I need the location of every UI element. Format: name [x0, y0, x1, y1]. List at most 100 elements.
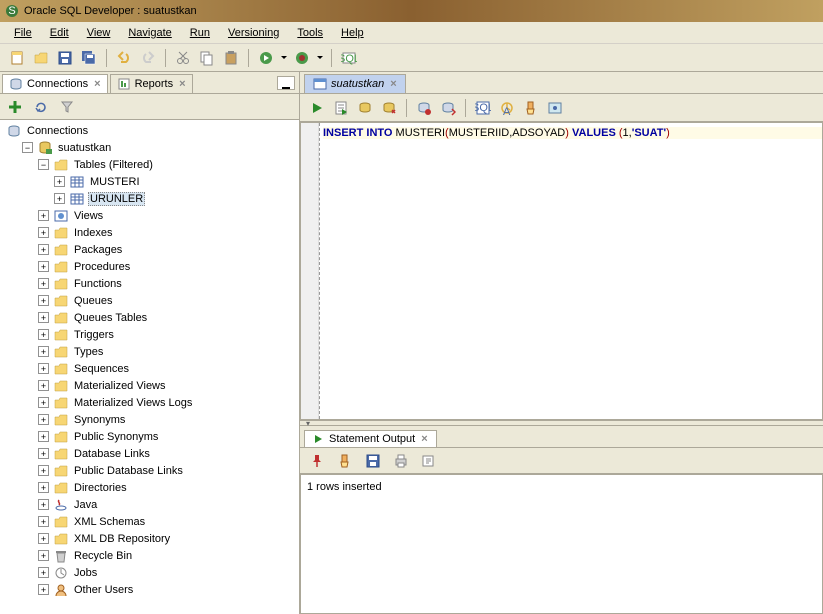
- rollback-button[interactable]: [378, 97, 400, 119]
- filter-button[interactable]: [56, 96, 78, 118]
- new-button[interactable]: [6, 47, 28, 69]
- tree-node-triggers[interactable]: +Triggers: [2, 326, 297, 343]
- tree-expand-icon[interactable]: +: [38, 550, 49, 561]
- tree-expand-icon[interactable]: +: [38, 431, 49, 442]
- tree-connection[interactable]: − suatustkan: [2, 139, 297, 156]
- tree-expand-icon[interactable]: +: [38, 227, 49, 238]
- tree-node-procedures[interactable]: +Procedures: [2, 258, 297, 275]
- debug-dropdown[interactable]: [315, 54, 325, 62]
- menu-tools[interactable]: Tools: [289, 25, 331, 41]
- connections-close[interactable]: ×: [94, 78, 100, 90]
- tree-node-indexes[interactable]: +Indexes: [2, 224, 297, 241]
- sql-editor[interactable]: INSERT INTO MUSTERI(MUSTERIID,ADSOYAD) V…: [300, 122, 823, 420]
- menu-run[interactable]: Run: [182, 25, 218, 41]
- tree-root-connections[interactable]: Connections: [2, 122, 297, 139]
- save-button[interactable]: [54, 47, 76, 69]
- tree-node-queues-tables[interactable]: +Queues Tables: [2, 309, 297, 326]
- clear-output-button[interactable]: [334, 450, 356, 472]
- print-button[interactable]: [390, 450, 412, 472]
- tree-expand-icon[interactable]: +: [38, 465, 49, 476]
- tree-expand-icon[interactable]: +: [38, 533, 49, 544]
- tree-expand-icon[interactable]: +: [38, 210, 49, 221]
- statement-output-tab[interactable]: Statement Output ×: [304, 430, 437, 447]
- commit-button[interactable]: [354, 97, 376, 119]
- tree-expand-icon[interactable]: +: [38, 448, 49, 459]
- menu-navigate[interactable]: Navigate: [120, 25, 179, 41]
- clear-button[interactable]: [520, 97, 542, 119]
- tree-node-types[interactable]: +Types: [2, 343, 297, 360]
- reports-close[interactable]: ×: [179, 78, 185, 90]
- tree-node-packages[interactable]: +Packages: [2, 241, 297, 258]
- tree-expand-icon[interactable]: +: [38, 295, 49, 306]
- open-button[interactable]: [30, 47, 52, 69]
- refresh-button[interactable]: [30, 96, 52, 118]
- tree-node-jobs[interactable]: +Jobs: [2, 564, 297, 581]
- sql-code[interactable]: INSERT INTO MUSTERI(MUSTERIID,ADSOYAD) V…: [323, 127, 822, 139]
- tree-node-public-synonyms[interactable]: +Public Synonyms: [2, 428, 297, 445]
- editor-tab-close[interactable]: ×: [390, 78, 396, 90]
- tree-expand-icon[interactable]: +: [38, 261, 49, 272]
- tree-collapse-icon[interactable]: −: [22, 142, 33, 153]
- tree-node-functions[interactable]: +Functions: [2, 275, 297, 292]
- tree-node-xml-schemas[interactable]: +XML Schemas: [2, 513, 297, 530]
- menu-edit[interactable]: Edit: [42, 25, 77, 41]
- tree-expand-icon[interactable]: +: [38, 516, 49, 527]
- undo-button[interactable]: [113, 47, 135, 69]
- export-button[interactable]: [418, 450, 440, 472]
- sql-history-button[interactable]: [437, 97, 459, 119]
- tree-expand-icon[interactable]: +: [38, 499, 49, 510]
- redo-button[interactable]: [137, 47, 159, 69]
- tree-node-queues[interactable]: +Queues: [2, 292, 297, 309]
- reports-tab[interactable]: Reports ×: [110, 74, 193, 93]
- run-statement-button[interactable]: [306, 97, 328, 119]
- cut-button[interactable]: [172, 47, 194, 69]
- explain-plan-button[interactable]: SQL: [472, 97, 494, 119]
- tree-expand-icon[interactable]: +: [38, 312, 49, 323]
- copy-button[interactable]: [196, 47, 218, 69]
- tree-collapse-icon[interactable]: −: [38, 159, 49, 170]
- connections-tree[interactable]: Connections − suatustkan − Tables (Filte…: [0, 120, 299, 614]
- autotrace-button[interactable]: A: [496, 97, 518, 119]
- tree-expand-icon[interactable]: +: [38, 584, 49, 595]
- menu-versioning[interactable]: Versioning: [220, 25, 287, 41]
- tree-expand-icon[interactable]: +: [38, 397, 49, 408]
- tree-node-database-links[interactable]: +Database Links: [2, 445, 297, 462]
- editor-tab[interactable]: suatustkan ×: [304, 74, 406, 93]
- tree-node-public-database-links[interactable]: +Public Database Links: [2, 462, 297, 479]
- tree-expand-icon[interactable]: +: [38, 244, 49, 255]
- tree-tables[interactable]: − Tables (Filtered): [2, 156, 297, 173]
- save-all-button[interactable]: [78, 47, 100, 69]
- tree-node-java[interactable]: +Java: [2, 496, 297, 513]
- tree-expand-icon[interactable]: +: [38, 567, 49, 578]
- tree-expand-icon[interactable]: +: [38, 346, 49, 357]
- tree-expand-icon[interactable]: +: [38, 482, 49, 493]
- menu-view[interactable]: View: [79, 25, 119, 41]
- tree-node-recycle-bin[interactable]: +Recycle Bin: [2, 547, 297, 564]
- cancel-button[interactable]: [413, 97, 435, 119]
- tree-node-directories[interactable]: +Directories: [2, 479, 297, 496]
- tree-node-synonyms[interactable]: +Synonyms: [2, 411, 297, 428]
- run-script-button[interactable]: [330, 97, 352, 119]
- new-connection-button[interactable]: [4, 96, 26, 118]
- tree-expand-icon[interactable]: +: [54, 176, 65, 187]
- tree-expand-icon[interactable]: +: [38, 414, 49, 425]
- run-green-button[interactable]: [255, 47, 277, 69]
- output-content[interactable]: 1 rows inserted: [300, 474, 823, 614]
- paste-button[interactable]: [220, 47, 242, 69]
- tree-node-materialized-views[interactable]: +Materialized Views: [2, 377, 297, 394]
- save-output-button[interactable]: [362, 450, 384, 472]
- sql-worksheet-button[interactable]: SQL: [338, 47, 360, 69]
- tree-expand-icon[interactable]: +: [54, 193, 65, 204]
- menu-help[interactable]: Help: [333, 25, 372, 41]
- debug-button[interactable]: [291, 47, 313, 69]
- tree-node-views[interactable]: +Views: [2, 207, 297, 224]
- snippets-button[interactable]: [544, 97, 566, 119]
- tree-node-xml-db-repository[interactable]: +XML DB Repository: [2, 530, 297, 547]
- run-dropdown[interactable]: [279, 54, 289, 62]
- pin-button[interactable]: [306, 450, 328, 472]
- tree-node-materialized-views-logs[interactable]: +Materialized Views Logs: [2, 394, 297, 411]
- menu-file[interactable]: File: [6, 25, 40, 41]
- tree-expand-icon[interactable]: +: [38, 278, 49, 289]
- tree-table-musteri[interactable]: + MUSTERI: [2, 173, 297, 190]
- tree-node-sequences[interactable]: +Sequences: [2, 360, 297, 377]
